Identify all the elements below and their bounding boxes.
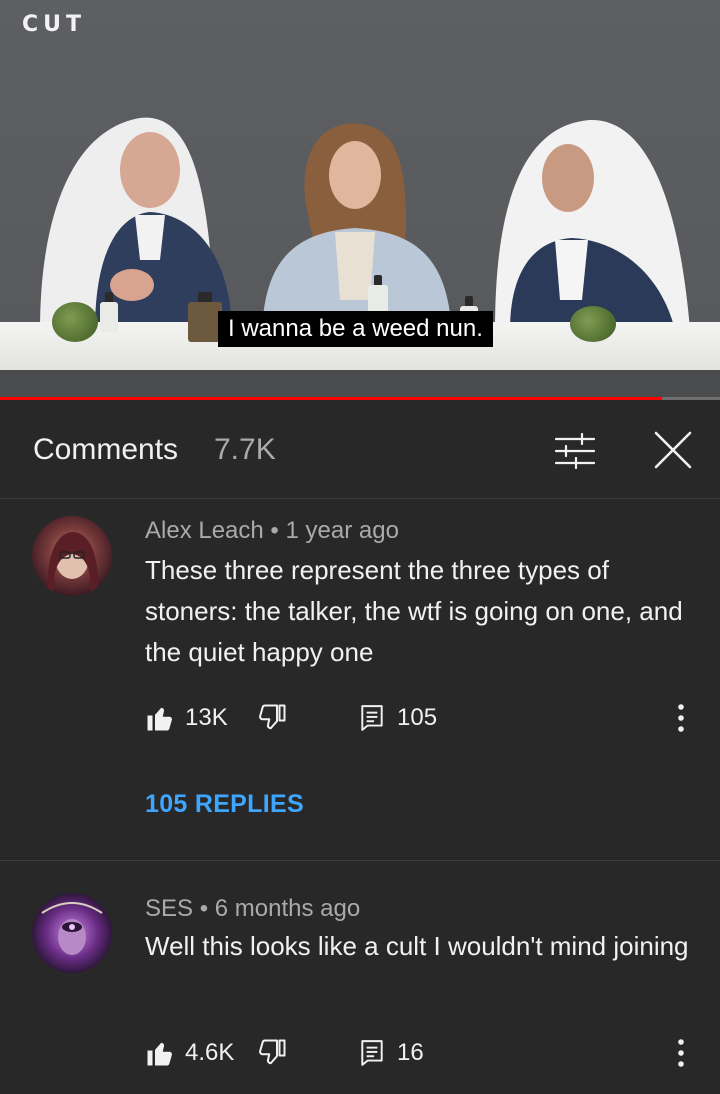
video-player[interactable]: CUT I wanna be a weed nun. (0, 0, 720, 400)
reply-button[interactable]: 105 (359, 698, 437, 738)
dislike-button[interactable] (257, 698, 287, 738)
comment-meta: Alex Leach • 1 year ago (145, 517, 399, 545)
comment-time: 1 year ago (285, 517, 399, 544)
herb-left (52, 302, 98, 342)
comment-item: Alex Leach • 1 year ago These three repr… (0, 498, 720, 860)
reply-button[interactable]: 16 (359, 1033, 424, 1073)
more-vert-icon[interactable] (675, 702, 687, 734)
comment-item: SES • 6 months ago Well this looks like … (0, 861, 720, 1094)
like-button[interactable]: 4.6K (145, 1033, 234, 1073)
meta-separator: • (199, 895, 215, 922)
bottle (100, 292, 118, 332)
view-replies-link[interactable]: 105 REPLIES (145, 790, 304, 819)
video-caption: I wanna be a weed nun. (218, 311, 493, 347)
comment-time: 6 months ago (214, 895, 361, 922)
progress-bar-fill (0, 397, 663, 400)
dislike-button[interactable] (257, 1033, 287, 1073)
thumbs-down-icon (259, 1039, 286, 1065)
thumbs-up-icon (147, 707, 172, 731)
comment-actions: 13K 105 (145, 698, 705, 738)
avatar[interactable] (32, 516, 112, 596)
sort-icon[interactable] (552, 431, 598, 471)
like-count: 4.6K (185, 1039, 235, 1066)
like-count: 13K (185, 704, 228, 731)
comments-title: Comments (33, 433, 179, 466)
more-vert-icon[interactable] (675, 1037, 687, 1069)
like-button[interactable]: 13K (145, 698, 228, 738)
thumbs-down-icon (259, 704, 286, 730)
avatar[interactable] (32, 893, 112, 973)
reply-count: 105 (397, 704, 438, 731)
close-icon[interactable] (650, 427, 696, 473)
thumbs-up-icon (147, 1042, 172, 1066)
reply-count: 16 (397, 1039, 424, 1066)
comments-count: 7.7K (214, 433, 276, 466)
herb-right (570, 306, 616, 342)
comment-meta: SES • 6 months ago (145, 895, 360, 923)
comment-actions: 4.6K 16 (145, 1033, 705, 1073)
comments-header: Comments 7.7K (0, 401, 720, 499)
meta-separator: • (270, 517, 286, 544)
reply-icon (361, 1040, 383, 1066)
comment-text: These three represent the three types of… (145, 555, 683, 667)
comment-text: Well this looks like a cult I wouldn't m… (145, 931, 689, 961)
jar (188, 292, 222, 342)
progress-bar[interactable] (0, 397, 720, 400)
comment-author[interactable]: SES (145, 895, 193, 922)
avatar-image (41, 902, 103, 955)
table-shadow (0, 370, 720, 400)
comment-author[interactable]: Alex Leach (145, 517, 264, 544)
reply-icon (361, 705, 383, 731)
avatar-image (47, 532, 99, 596)
